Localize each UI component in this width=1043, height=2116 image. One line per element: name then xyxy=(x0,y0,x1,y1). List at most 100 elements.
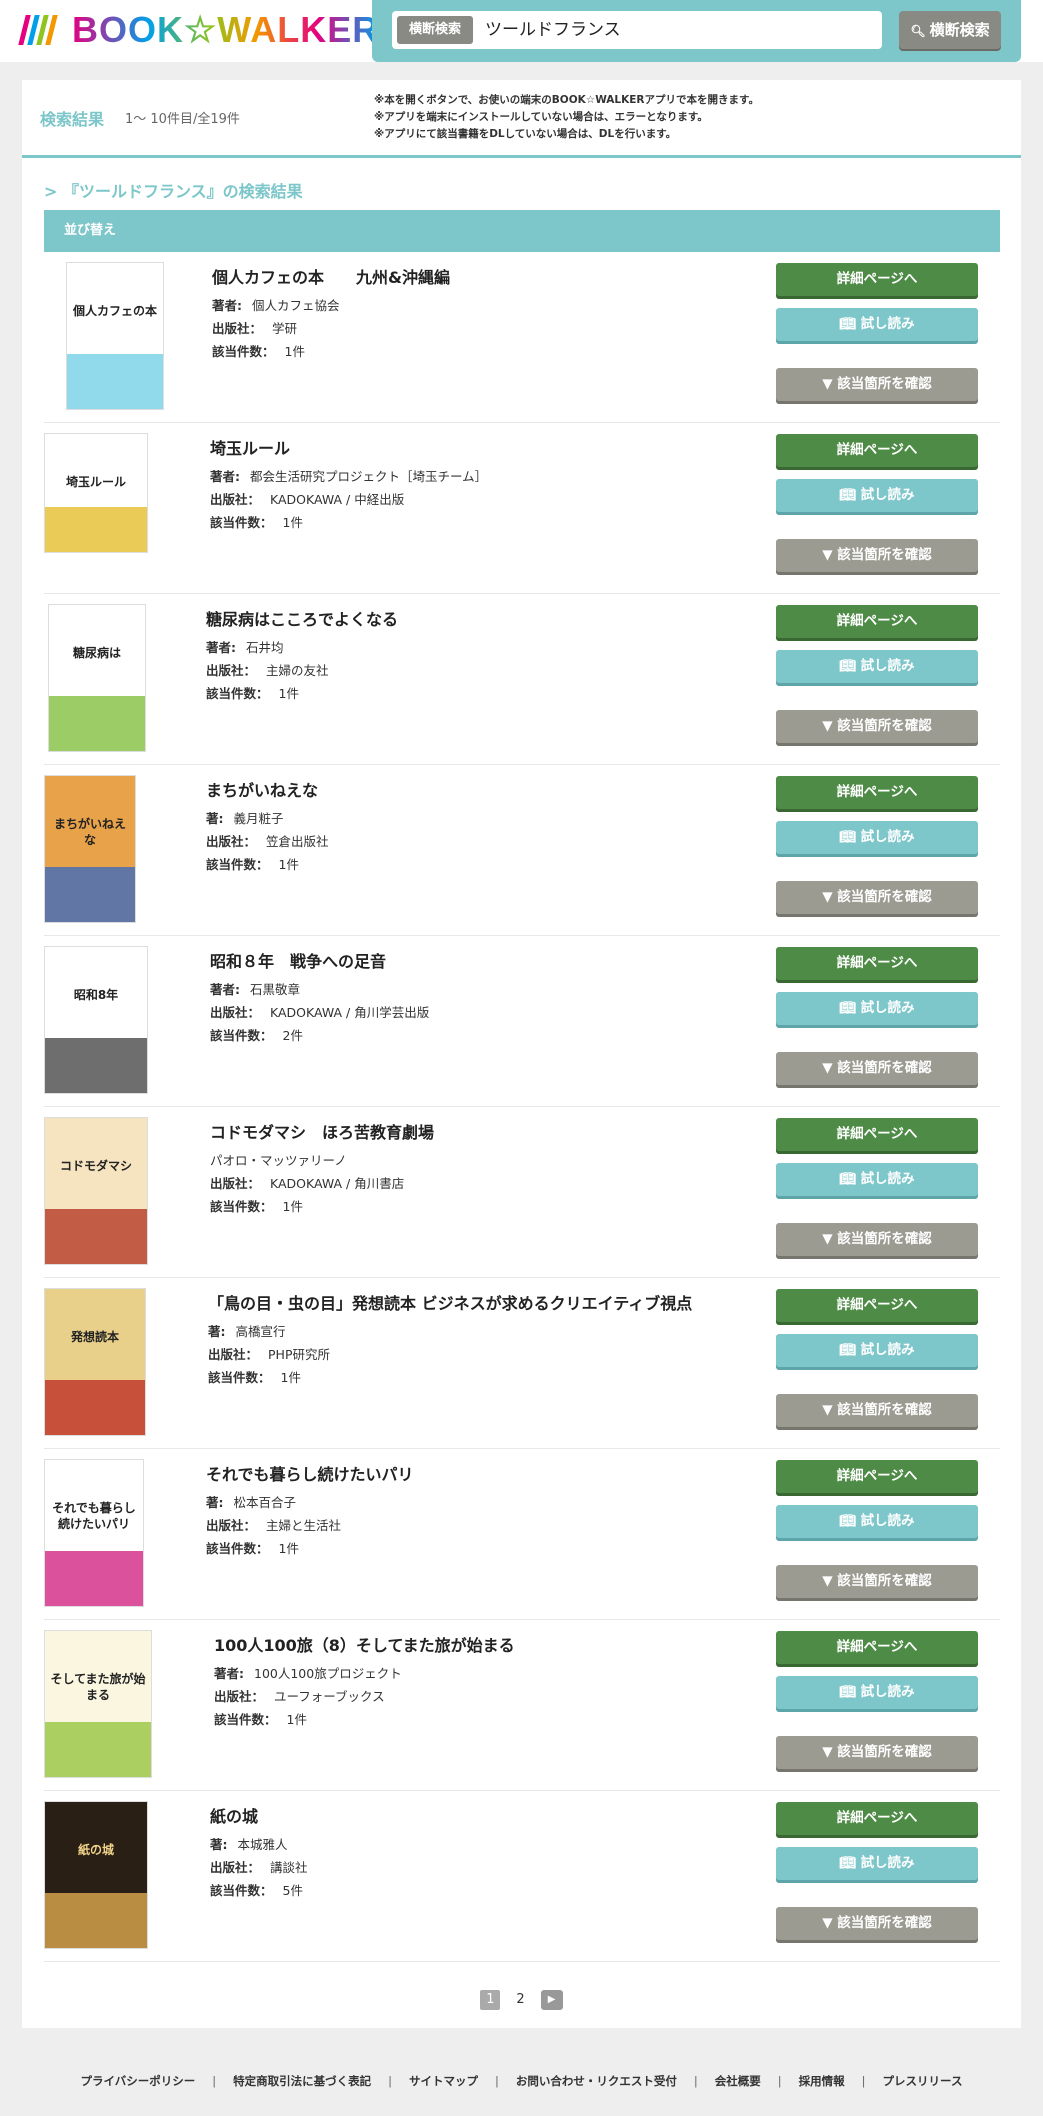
check-match-button[interactable]: ▼ 該当箇所を確認 xyxy=(776,710,978,743)
trial-read-button[interactable]: 📖︎ 試し読み xyxy=(776,1505,978,1538)
book-title[interactable]: コドモダマシ ほろ苦教育劇場 xyxy=(210,1119,434,1143)
detail-page-button[interactable]: 詳細ページへ xyxy=(776,1289,978,1322)
note-line: ※本を開くボタンで、お使いの端末のBOOK☆WALKERアプリで本を開きます。 xyxy=(374,94,759,106)
footer-link[interactable]: 会社概要 xyxy=(715,2074,761,2088)
book-cover[interactable]: 紙の城 xyxy=(44,1801,148,1949)
book-icon: 📖︎ xyxy=(839,1855,857,1871)
trial-read-label: 試し読み xyxy=(860,1000,915,1016)
author-value: 本城雅人 xyxy=(237,1837,288,1852)
book-title[interactable]: まちがいねえな xyxy=(206,777,318,801)
footer-separator: | xyxy=(693,2074,698,2088)
publisher-key: 出版社： xyxy=(210,492,261,507)
book-author: パオロ・マッツァリーノ xyxy=(210,1150,347,1169)
trial-read-button[interactable]: 📖︎ 試し読み xyxy=(776,1334,978,1367)
trial-read-button[interactable]: 📖︎ 試し読み xyxy=(776,479,978,512)
next-page-icon[interactable]: ▶ xyxy=(540,1990,563,2010)
results-label: 検索結果 xyxy=(40,110,105,129)
author-value: 松本百合子 xyxy=(233,1495,297,1510)
author-key: 著: xyxy=(206,1495,224,1510)
search-query[interactable]: ツールドフランス xyxy=(485,11,621,49)
book-author: 著者: 100人100旅プロジェクト xyxy=(214,1663,402,1682)
book-title[interactable]: 埼玉ルール xyxy=(210,435,290,459)
check-match-button[interactable]: ▼ 該当箇所を確認 xyxy=(776,539,978,572)
trial-read-button[interactable]: 📖︎ 試し読み xyxy=(776,308,978,341)
cover-text: 発想読本 xyxy=(70,1330,119,1344)
page-link[interactable]: 2 xyxy=(511,1990,531,2010)
detail-page-button[interactable]: 詳細ページへ xyxy=(776,1631,978,1664)
book-cover[interactable]: 埼玉ルール xyxy=(44,433,148,553)
trial-read-label: 試し読み xyxy=(860,1342,915,1358)
book-cover[interactable]: まちがいねえな xyxy=(44,775,136,923)
check-match-button[interactable]: ▼ 該当箇所を確認 xyxy=(776,1052,978,1085)
book-title[interactable]: 紙の城 xyxy=(210,1803,258,1827)
search-input[interactable]: 横断検索 ツールドフランス xyxy=(392,11,882,49)
book-item: 埼玉ルール 埼玉ルール 著者: 都会生活研究プロジェクト［埼玉チーム］ 出版社： K… xyxy=(44,423,1000,594)
book-title[interactable]: 糖尿病はこころでよくなる xyxy=(206,606,398,630)
publisher-key: 出版社： xyxy=(212,321,263,336)
footer-link[interactable]: サイトマップ xyxy=(409,2074,478,2088)
book-cover[interactable]: それでも暮らし続けたいパリ xyxy=(44,1459,144,1607)
results-bar: 検索結果 1〜 10件目/全19件 ※本を開くボタンで、お使いの端末のBOOK☆… xyxy=(22,80,1021,158)
search-button[interactable]: 🔍︎ 横断検索 xyxy=(899,11,1001,49)
trial-read-button[interactable]: 📖︎ 試し読み xyxy=(776,1163,978,1196)
book-publisher: 出版社： KADOKAWA / 角川書店 xyxy=(210,1173,404,1192)
book-title[interactable]: 100人100旅（8）そしてまた旅が始まる xyxy=(214,1632,515,1656)
check-match-button[interactable]: ▼ 該当箇所を確認 xyxy=(776,1565,978,1598)
main-content: 検索結果 1〜 10件目/全19件 ※本を開くボタンで、お使いの端末のBOOK☆… xyxy=(22,80,1021,2028)
detail-page-button[interactable]: 詳細ページへ xyxy=(776,947,978,980)
author-key: 著者: xyxy=(210,469,240,484)
detail-page-button[interactable]: 詳細ページへ xyxy=(776,776,978,809)
book-item: コドモダマシ コドモダマシ ほろ苦教育劇場 パオロ・マッツァリーノ 出版社： KA… xyxy=(44,1107,1000,1278)
check-match-button[interactable]: ▼ 該当箇所を確認 xyxy=(776,1394,978,1427)
pagination: 1 2 ▶ xyxy=(22,1990,1021,2014)
results-heading: > 『ツールドフランス』の検索結果 xyxy=(44,182,303,201)
note-line: ※アプリを端末にインストールしていない場合は、エラーとなります。 xyxy=(374,111,708,123)
check-match-button[interactable]: ▼ 該当箇所を確認 xyxy=(776,1736,978,1769)
footer-link[interactable]: プレスリリース xyxy=(883,2074,963,2088)
footer-link[interactable]: 特定商取引法に基づく表記 xyxy=(233,2074,371,2088)
detail-page-button[interactable]: 詳細ページへ xyxy=(776,434,978,467)
book-title[interactable]: 昭和８年 戦争への足音 xyxy=(210,948,386,972)
detail-page-button[interactable]: 詳細ページへ xyxy=(776,1460,978,1493)
footer-link[interactable]: プライバシーポリシー xyxy=(81,2074,196,2088)
book-cover[interactable]: 糖尿病は xyxy=(48,604,146,752)
book-title[interactable]: それでも暮らし続けたいパリ xyxy=(206,1461,414,1485)
book-title[interactable]: 個人カフェの本 九州&沖縄編 xyxy=(212,264,450,288)
check-match-button[interactable]: ▼ 該当箇所を確認 xyxy=(776,881,978,914)
trial-read-button[interactable]: 📖︎ 試し読み xyxy=(776,992,978,1025)
trial-read-label: 試し読み xyxy=(860,1171,915,1187)
book-author: 著: 松本百合子 xyxy=(206,1492,296,1511)
trial-read-label: 試し読み xyxy=(860,829,915,845)
book-publisher: 出版社： PHP研究所 xyxy=(208,1344,330,1363)
detail-page-button[interactable]: 詳細ページへ xyxy=(776,1118,978,1151)
trial-read-label: 試し読み xyxy=(860,1855,915,1871)
book-cover[interactable]: 昭和8年 xyxy=(44,946,148,1094)
footer-link[interactable]: お問い合わせ・リクエスト受付 xyxy=(516,2074,677,2088)
search-icon: 🔍︎ xyxy=(910,24,926,38)
book-author: 著者: 都会生活研究プロジェクト［埼玉チーム］ xyxy=(210,466,487,485)
trial-read-button[interactable]: 📖︎ 試し読み xyxy=(776,1676,978,1709)
footer-link[interactable]: 採用情報 xyxy=(799,2074,845,2088)
publisher-value: PHP研究所 xyxy=(268,1347,330,1362)
detail-page-button[interactable]: 詳細ページへ xyxy=(776,263,978,296)
trial-read-button[interactable]: 📖︎ 試し読み xyxy=(776,650,978,683)
sort-bar[interactable]: 並び替え xyxy=(44,210,1000,252)
check-match-button[interactable]: ▼ 該当箇所を確認 xyxy=(776,1907,978,1940)
book-cover[interactable]: 個人カフェの本 xyxy=(66,262,164,410)
trial-read-button[interactable]: 📖︎ 試し読み xyxy=(776,1847,978,1880)
detail-page-button[interactable]: 詳細ページへ xyxy=(776,605,978,638)
trial-read-button[interactable]: 📖︎ 試し読み xyxy=(776,821,978,854)
book-cover[interactable]: コドモダマシ xyxy=(44,1117,148,1265)
book-hits: 該当件数： 5件 xyxy=(210,1880,303,1899)
site-logo[interactable]: BOOK☆WALKER xyxy=(18,12,379,48)
footer-separator: | xyxy=(212,2074,217,2088)
check-match-button[interactable]: ▼ 該当箇所を確認 xyxy=(776,368,978,401)
book-cover[interactable]: 発想読本 xyxy=(44,1288,146,1436)
book-title[interactable]: 「鳥の目・虫の目」発想読本 ビジネスが求めるクリエイティブ視点 xyxy=(208,1290,692,1314)
detail-page-button[interactable]: 詳細ページへ xyxy=(776,1802,978,1835)
book-cover[interactable]: そしてまた旅が始まる xyxy=(44,1630,152,1778)
check-match-button[interactable]: ▼ 該当箇所を確認 xyxy=(776,1223,978,1256)
author-value: 100人100旅プロジェクト xyxy=(254,1666,402,1681)
author-value: 都会生活研究プロジェクト［埼玉チーム］ xyxy=(250,469,488,484)
author-value: 石黒敬章 xyxy=(250,982,301,997)
